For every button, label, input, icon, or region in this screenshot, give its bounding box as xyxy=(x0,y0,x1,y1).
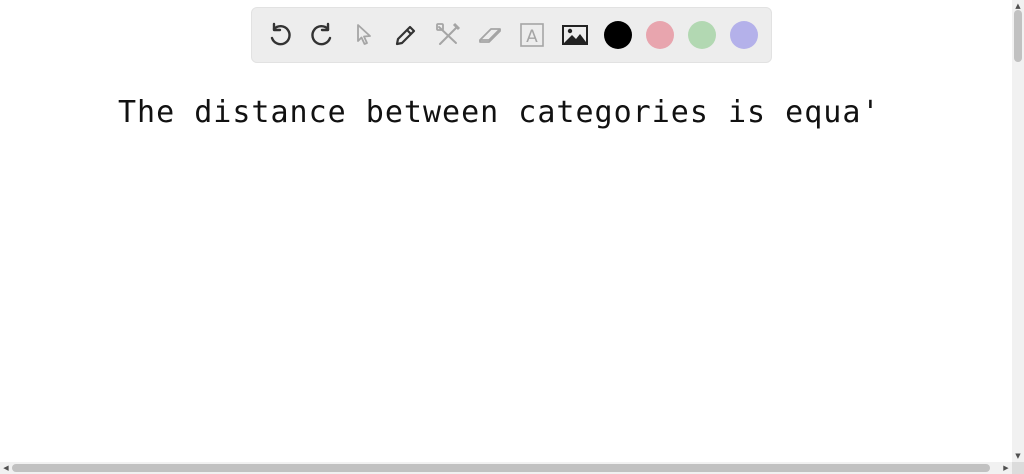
scroll-left-arrow[interactable]: ◀ xyxy=(0,462,12,474)
pen-icon xyxy=(395,25,416,46)
scrollbar-corner xyxy=(1012,462,1024,474)
text-icon: A xyxy=(520,23,544,47)
pointer-icon xyxy=(357,24,371,45)
redo-button[interactable] xyxy=(307,20,337,50)
drawing-toolbar: A xyxy=(251,7,772,63)
scroll-down-arrow[interactable]: ▼ xyxy=(1012,450,1024,462)
pen-tool-button[interactable] xyxy=(391,20,421,50)
select-tool-button[interactable] xyxy=(349,20,379,50)
color-swatch-pink[interactable] xyxy=(646,21,674,49)
horizontal-scrollbar[interactable]: ◀ ▶ xyxy=(0,462,1012,474)
image-tool-button[interactable] xyxy=(560,20,590,50)
horizontal-scroll-thumb[interactable] xyxy=(12,464,990,472)
color-swatch-green[interactable] xyxy=(688,21,716,49)
undo-button[interactable] xyxy=(265,20,295,50)
tools-icon xyxy=(436,22,461,45)
text-tool-button[interactable]: A xyxy=(517,20,547,50)
vertical-scrollbar[interactable]: ▲ ▼ xyxy=(1012,0,1024,462)
image-icon xyxy=(562,25,588,45)
color-swatch-black[interactable] xyxy=(604,21,632,49)
undo-icon xyxy=(270,22,291,46)
eraser-icon xyxy=(479,28,501,43)
color-swatch-purple[interactable] xyxy=(730,21,758,49)
handwritten-text: The distance between categories is equa' xyxy=(118,95,881,130)
tools-button[interactable] xyxy=(433,20,463,50)
drawing-canvas[interactable]: The distance between categories is equa' xyxy=(0,0,1012,462)
scroll-right-arrow[interactable]: ▶ xyxy=(1000,462,1012,474)
eraser-button[interactable] xyxy=(475,20,505,50)
svg-text:A: A xyxy=(526,27,538,47)
redo-icon xyxy=(311,22,332,46)
vertical-scroll-thumb[interactable] xyxy=(1014,10,1022,62)
